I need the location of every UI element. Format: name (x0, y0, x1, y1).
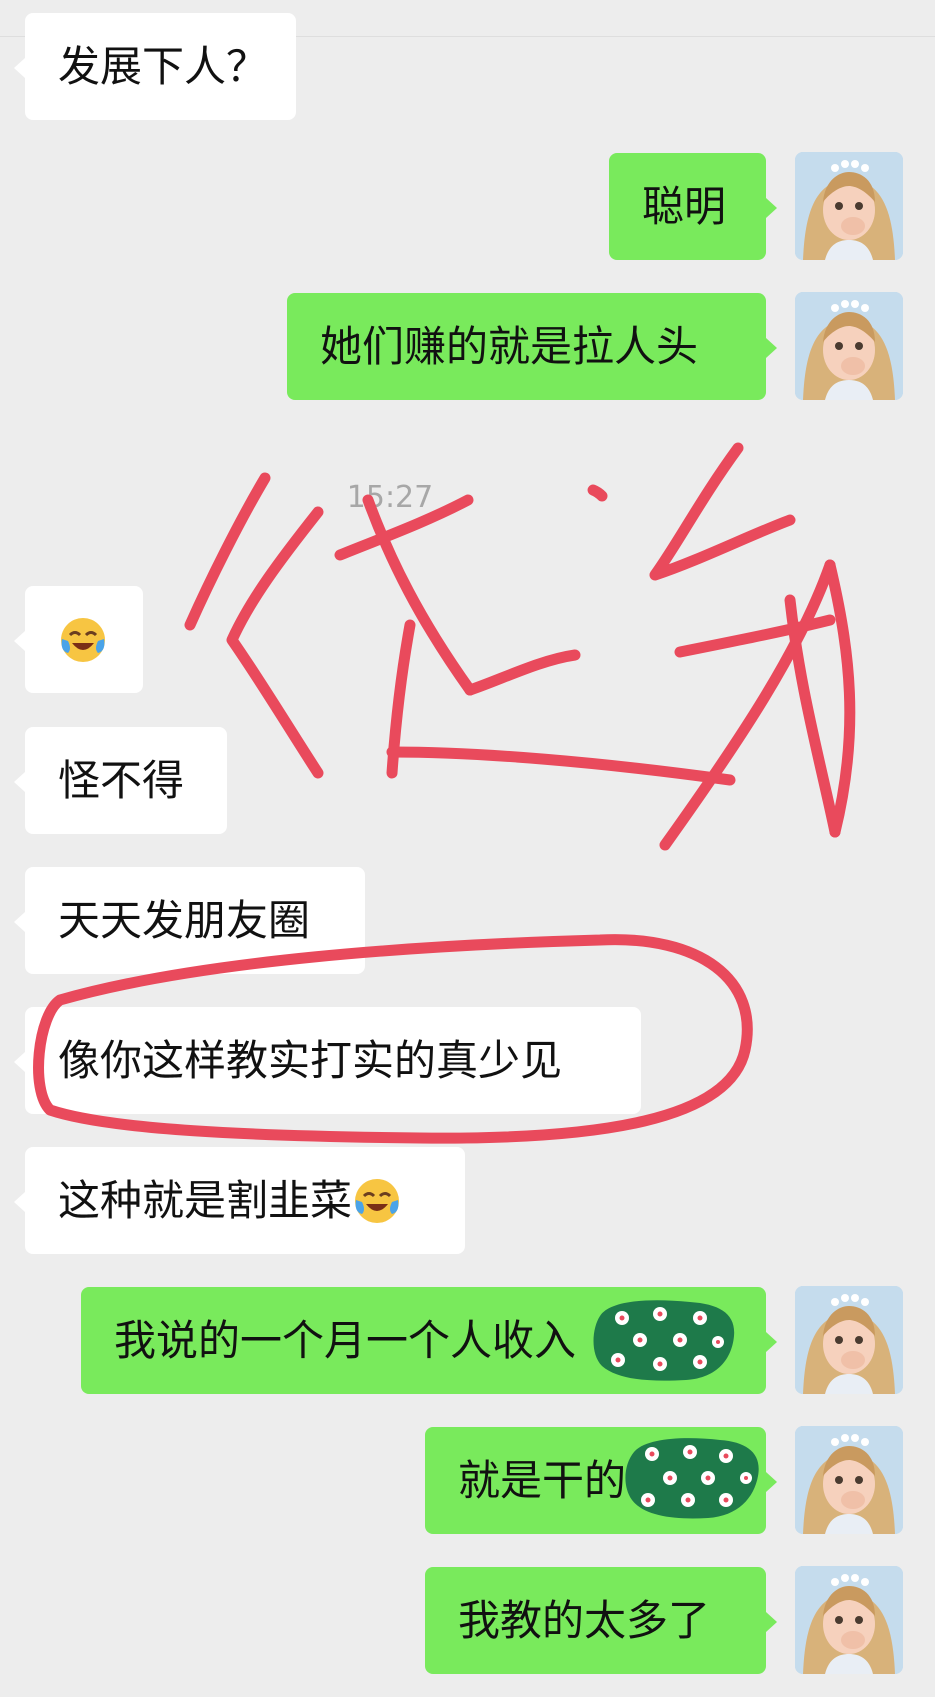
girl-photo-avatar-icon (795, 152, 903, 260)
message-text: 聪明 (642, 181, 727, 231)
annotation-stroke (464, 649, 581, 696)
annotation-stroke (226, 506, 324, 779)
annotation-stroke (386, 746, 736, 786)
message-text: 这种就是割韭菜 (58, 1175, 353, 1225)
annotation-stroke (824, 559, 856, 838)
message-bubble-outgoing[interactable]: 她们赚的就是拉人头 (287, 293, 777, 400)
message-text: 她们赚的就是拉人头 (320, 321, 699, 371)
annotation-stroke (784, 594, 841, 838)
tears-of-joy-emoji-icon (61, 617, 105, 662)
flower-sticker-icon (593, 1300, 735, 1381)
message-bubble-outgoing[interactable]: 聪明 (609, 153, 777, 260)
annotation-stroke (659, 559, 836, 851)
annotation-stroke (362, 494, 476, 696)
annotation-stroke (674, 614, 836, 658)
message-text: 我教的太多了 (458, 1595, 711, 1645)
message-text: 怪不得 (58, 755, 185, 805)
message-bubble-outgoing[interactable]: 我教的太多了 (425, 1567, 777, 1674)
avatar[interactable] (795, 1566, 903, 1674)
tears-of-joy-emoji-icon (355, 1178, 400, 1223)
avatar[interactable] (795, 292, 903, 400)
timestamp: 15:27 (346, 480, 434, 515)
girl-photo-avatar-icon (795, 1286, 903, 1394)
message-text: 就是干的 (458, 1455, 627, 1505)
message-bubble-incoming[interactable]: 天天发朋友圈 (14, 867, 365, 974)
message-bubble-incoming[interactable] (14, 586, 143, 693)
message-text: 我说的一个月一个人收入 (114, 1315, 577, 1365)
avatar[interactable] (795, 1426, 903, 1534)
message-bubble-incoming[interactable]: 这种就是割韭菜 (14, 1147, 465, 1254)
avatar[interactable] (795, 152, 903, 260)
message-text: 天天发朋友圈 (58, 895, 311, 945)
avatar[interactable] (795, 1286, 903, 1394)
censor-sticker (590, 1296, 738, 1386)
message-bubble-incoming[interactable]: 怪不得 (14, 727, 227, 834)
girl-photo-avatar-icon (795, 1566, 903, 1674)
censor-sticker (622, 1434, 762, 1524)
girl-photo-avatar-icon (795, 1426, 903, 1534)
annotation-stroke (386, 619, 416, 779)
flower-sticker-icon (625, 1438, 759, 1519)
message-text: 发展下人？ (58, 41, 269, 91)
message-bubble-incoming[interactable]: 像你这样教实打实的真少见 (14, 1007, 641, 1114)
message-text: 像你这样教实打实的真少见 (58, 1035, 563, 1085)
message-bubble-incoming[interactable]: 发展下人？ (14, 13, 296, 120)
girl-photo-avatar-icon (795, 292, 903, 400)
